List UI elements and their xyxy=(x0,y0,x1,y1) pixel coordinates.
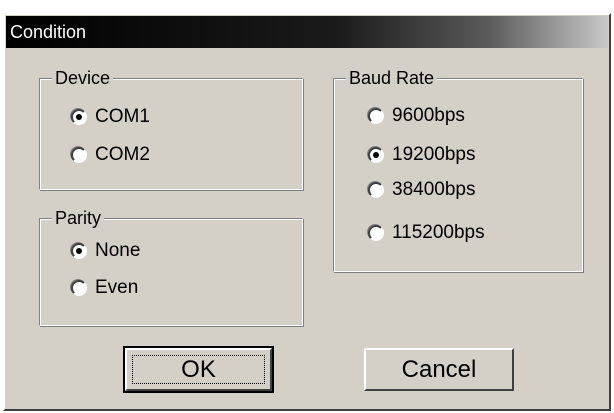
dialog-title: Condition xyxy=(10,22,87,42)
even-radio[interactable] xyxy=(71,280,87,296)
parity-group: Parity xyxy=(39,207,303,326)
baud-option-115200[interactable]: 115200bps xyxy=(368,221,485,245)
parity-option-none[interactable]: None xyxy=(71,239,140,263)
cancel-button[interactable]: Cancel xyxy=(364,348,514,391)
cancel-label: Cancel xyxy=(401,355,477,383)
ok-label: OK xyxy=(181,355,216,383)
baud-option-19200[interactable]: 19200bps xyxy=(368,143,475,167)
baud-38400-label: 38400bps xyxy=(392,179,476,200)
com2-radio[interactable] xyxy=(71,147,87,163)
baud-115200-label: 115200bps xyxy=(392,222,485,243)
title-bar: Condition xyxy=(6,16,608,48)
none-radio[interactable] xyxy=(71,243,87,259)
ok-focus-rect: OK xyxy=(132,355,265,384)
com1-label: COM1 xyxy=(95,106,150,127)
device-option-com1[interactable]: COM1 xyxy=(71,105,150,129)
condition-dialog: Condition Device COM1 COM2 Parity None E… xyxy=(3,13,611,411)
device-option-com2[interactable]: COM2 xyxy=(71,143,150,167)
radio-selected-dot xyxy=(76,114,82,120)
parity-option-even[interactable]: Even xyxy=(71,276,138,300)
com1-radio[interactable] xyxy=(71,109,87,125)
device-legend: Device xyxy=(52,67,114,89)
baud-115200-radio[interactable] xyxy=(368,225,384,241)
com2-label: COM2 xyxy=(95,144,150,165)
baud-option-38400[interactable]: 38400bps xyxy=(368,178,475,202)
device-group: Device xyxy=(39,67,303,190)
parity-legend: Parity xyxy=(52,207,105,229)
baud-19200-radio[interactable] xyxy=(368,147,384,163)
ok-button[interactable]: OK xyxy=(123,346,274,393)
baud-19200-label: 19200bps xyxy=(392,144,476,165)
baud-9600-label: 9600bps xyxy=(392,105,465,126)
radio-selected-dot xyxy=(373,152,379,158)
radio-selected-dot xyxy=(76,248,82,254)
baud-option-9600[interactable]: 9600bps xyxy=(368,104,465,128)
baud-rate-legend: Baud Rate xyxy=(346,67,438,89)
baud-38400-radio[interactable] xyxy=(368,182,384,198)
baud-9600-radio[interactable] xyxy=(368,108,384,124)
even-label: Even xyxy=(95,277,139,298)
none-label: None xyxy=(95,240,141,261)
